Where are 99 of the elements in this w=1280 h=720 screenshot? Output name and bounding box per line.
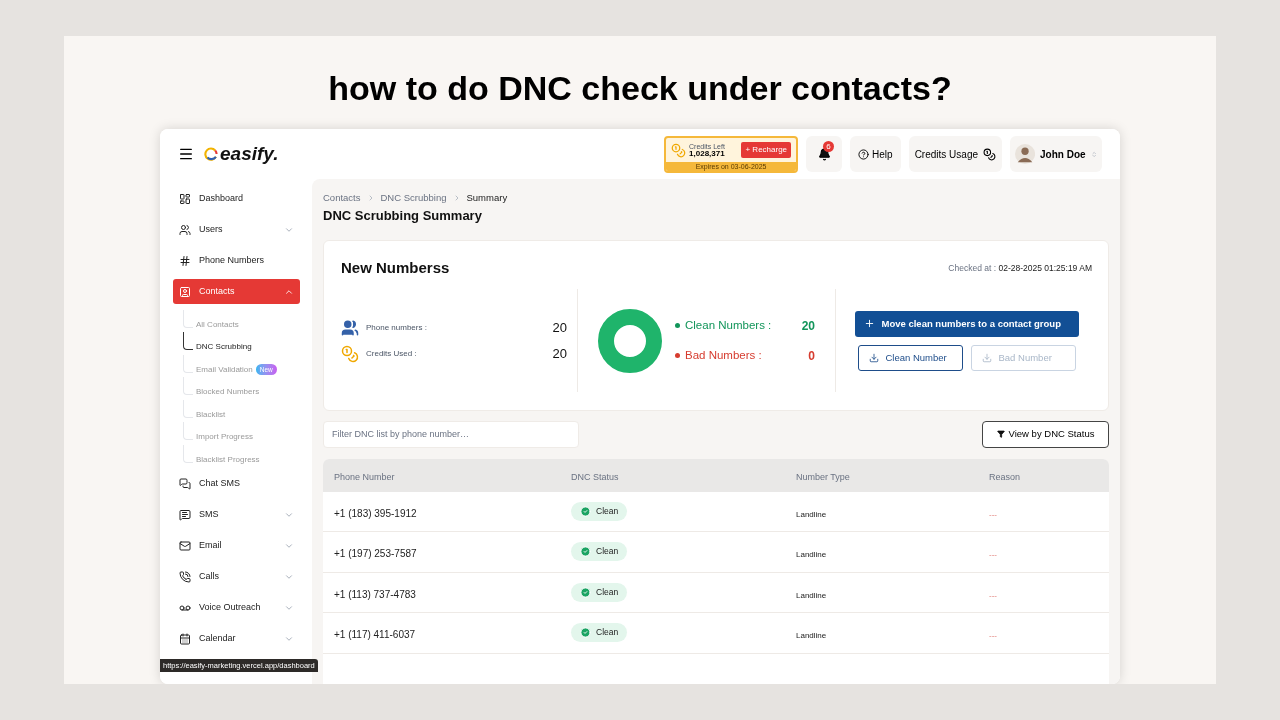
table-cell: +1 (113) 737-4783 — [334, 588, 416, 600]
chevron-down-icon — [284, 634, 294, 644]
check-circle-icon — [580, 627, 591, 638]
sidebar-item[interactable]: Users — [173, 217, 300, 242]
filter-field[interactable]: Filter DNC list by phone number… — [323, 420, 579, 448]
coins-icon — [671, 142, 687, 158]
contact-card-icon — [179, 285, 191, 298]
move-numbers-button[interactable]: Move clean numbers to a contact group — [854, 310, 1079, 337]
tree-line — [183, 354, 193, 373]
sidebar-item[interactable]: Email — [173, 533, 300, 559]
legend-value: 0 — [808, 347, 815, 365]
download-button[interactable]: Clean Number — [857, 344, 963, 371]
breadcrumb-link[interactable]: DNC Scrubbing — [380, 191, 447, 206]
legend-label: Clean Numbers : — [685, 318, 773, 334]
breadcrumb-link[interactable]: Summary — [466, 191, 508, 206]
column-header: Phone Number — [334, 472, 395, 483]
hash-icon — [179, 254, 191, 267]
logo-icon — [204, 147, 218, 161]
sidebar-item[interactable]: Chat SMS — [173, 471, 300, 497]
tree-line — [183, 422, 193, 440]
filter-icon — [996, 430, 1005, 439]
sidebar-item[interactable]: Contacts — [173, 279, 300, 304]
bell-icon — [817, 147, 831, 161]
sidebar-item[interactable]: Calls — [173, 564, 300, 590]
table-cell: +1 (117) 411-6037 — [334, 629, 416, 640]
voicemail-icon — [179, 602, 191, 614]
check-circle-icon — [580, 586, 591, 598]
sidebar-item[interactable]: SMS — [173, 502, 300, 528]
dashboard-icon — [179, 192, 191, 205]
legend-value: 20 — [801, 317, 815, 335]
chevron-down-icon — [284, 603, 294, 613]
status-pill: Clean — [571, 582, 628, 602]
users-icon — [179, 223, 191, 236]
recharge-button[interactable]: + Recharge — [741, 142, 792, 158]
calendar-icon — [179, 633, 191, 645]
column-header: Reason — [989, 472, 1021, 483]
sort-arrows-icon — [1090, 150, 1097, 158]
sidebar-item[interactable]: Voice Outreach — [173, 595, 300, 621]
logo-text: easify. — [220, 141, 279, 166]
table-cell: --- — [989, 550, 997, 559]
user-menu-button[interactable]: John Doe — [1010, 136, 1102, 172]
table-cell: --- — [989, 631, 997, 640]
download-icon — [981, 352, 992, 363]
plus-icon — [863, 318, 875, 330]
sidebar-subitem[interactable]: DNC Scrubbing — [196, 341, 252, 353]
table-cell: Landline — [796, 550, 827, 559]
status-pill: Clean — [571, 501, 628, 521]
chat-bubbles-icon — [179, 478, 191, 490]
table-cell: Landline — [796, 631, 827, 640]
sidebar-item[interactable]: Calendar — [173, 626, 300, 652]
stat-value: 20 — [552, 318, 567, 337]
summary-title: New Numberss — [341, 257, 450, 278]
donut-chart — [597, 307, 663, 374]
check-circle-icon — [580, 546, 591, 557]
sidebar-item[interactable]: Dashboard — [173, 186, 300, 211]
people-icon — [341, 318, 359, 337]
view-status-button[interactable]: View by DNC Status — [982, 420, 1109, 448]
help-button[interactable]: Help — [850, 136, 901, 172]
status-pill: Clean — [571, 623, 628, 642]
check-circle-icon — [580, 505, 591, 517]
page-heading: DNC Scrubbing Summary — [322, 207, 483, 226]
column-header: DNC Status — [571, 472, 619, 483]
column-header: Number Type — [796, 472, 850, 483]
table-cell: +1 (183) 395-1912 — [334, 507, 417, 519]
credits-usage-button[interactable]: Credits Usage — [908, 136, 1002, 172]
coins-icon — [341, 345, 359, 363]
download-icon — [868, 352, 879, 363]
status-pill: Clean — [571, 542, 628, 561]
phone-icon — [179, 571, 191, 583]
mail-icon — [179, 540, 191, 552]
stat-value: 20 — [552, 345, 567, 364]
chevron-down-icon — [284, 572, 294, 582]
tree-line — [183, 399, 193, 418]
chevron-down-icon — [284, 541, 294, 551]
table-cell: Landline — [796, 509, 827, 519]
notification-count: 6 — [823, 141, 835, 152]
credits-amount: 1,028,371 — [689, 149, 725, 158]
slide-title: how to do DNC check under contacts? — [328, 68, 952, 109]
tree-line — [183, 309, 193, 328]
stat-label: Credits Used : — [366, 348, 418, 360]
checked-at-text: Checked at : 02-28-2025 01:25:19 AM — [948, 261, 1092, 275]
legend-label: Bad Numbers : — [685, 348, 763, 364]
notification-button[interactable]: 6 — [806, 136, 843, 172]
avatar-icon — [1015, 143, 1036, 165]
sidebar-item[interactable]: Phone Numbers — [173, 248, 300, 273]
tree-line — [183, 444, 193, 463]
breadcrumb-link[interactable]: Contacts — [323, 191, 361, 206]
table-cell: Landline — [796, 590, 827, 600]
chevron-down-icon — [284, 510, 294, 520]
message-icon — [179, 509, 191, 521]
stat-label: Phone numbers : — [366, 321, 428, 334]
table-cell: +1 (197) 253-7587 — [334, 548, 417, 559]
tree-line — [183, 377, 193, 395]
table-cell: --- — [989, 590, 997, 600]
coins-icon — [983, 147, 996, 161]
tree-line — [183, 332, 193, 350]
table-cell: --- — [989, 509, 997, 519]
help-icon — [858, 148, 870, 160]
menu-icon[interactable] — [178, 146, 194, 162]
